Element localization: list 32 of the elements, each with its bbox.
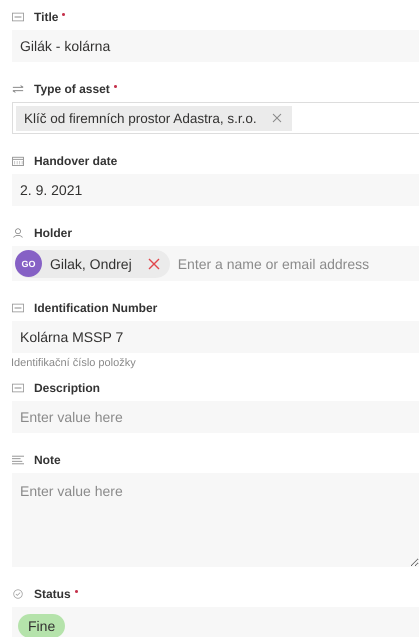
field-label: Handover date bbox=[34, 154, 118, 168]
field-label: Identification Number bbox=[34, 301, 158, 315]
text-field[interactable]: Gilák - kolárna bbox=[12, 30, 419, 62]
field-label: Note bbox=[34, 453, 61, 467]
tag-text: Klíč od firemních prostor Adastra, s.r.o. bbox=[24, 110, 257, 126]
person-name: Gilak, Ondrej bbox=[50, 256, 132, 272]
text-field-icon bbox=[12, 303, 24, 313]
people-input[interactable]: Enter a name or email address bbox=[176, 254, 416, 272]
field-label: Holder bbox=[34, 226, 72, 240]
status-pill: Fine bbox=[18, 614, 66, 637]
text-field[interactable]: Enter value here bbox=[12, 401, 419, 433]
note-field[interactable]: Enter value here bbox=[12, 473, 419, 567]
person-icon bbox=[12, 228, 24, 238]
field-label: Status bbox=[34, 587, 71, 601]
swap-arrows-icon bbox=[12, 84, 24, 94]
calendar-icon bbox=[12, 156, 24, 166]
field-label: Title bbox=[34, 10, 58, 24]
field-label: Type of asset bbox=[34, 82, 110, 96]
avatar: GO bbox=[15, 250, 42, 277]
field-label: Description bbox=[34, 381, 100, 395]
field-hint: Identifikační číslo položky bbox=[11, 357, 137, 369]
text-lines-icon bbox=[12, 455, 24, 465]
text-field-icon bbox=[12, 383, 24, 393]
remove-icon[interactable] bbox=[272, 113, 282, 123]
text-field[interactable]: Kolárna MSSP 7 bbox=[12, 321, 419, 353]
date-field[interactable]: 2. 9. 2021 bbox=[12, 174, 419, 206]
text-field-icon bbox=[12, 12, 24, 22]
choice-field[interactable]: Klíč od firemních prostor Adastra, s.r.o. bbox=[12, 102, 419, 134]
status-field[interactable]: Fine bbox=[12, 607, 419, 637]
people-picker[interactable]: GO Gilak, Ondrej Enter a name or email address bbox=[12, 246, 419, 281]
remove-icon[interactable] bbox=[148, 258, 160, 270]
check-circle-icon bbox=[12, 589, 24, 599]
